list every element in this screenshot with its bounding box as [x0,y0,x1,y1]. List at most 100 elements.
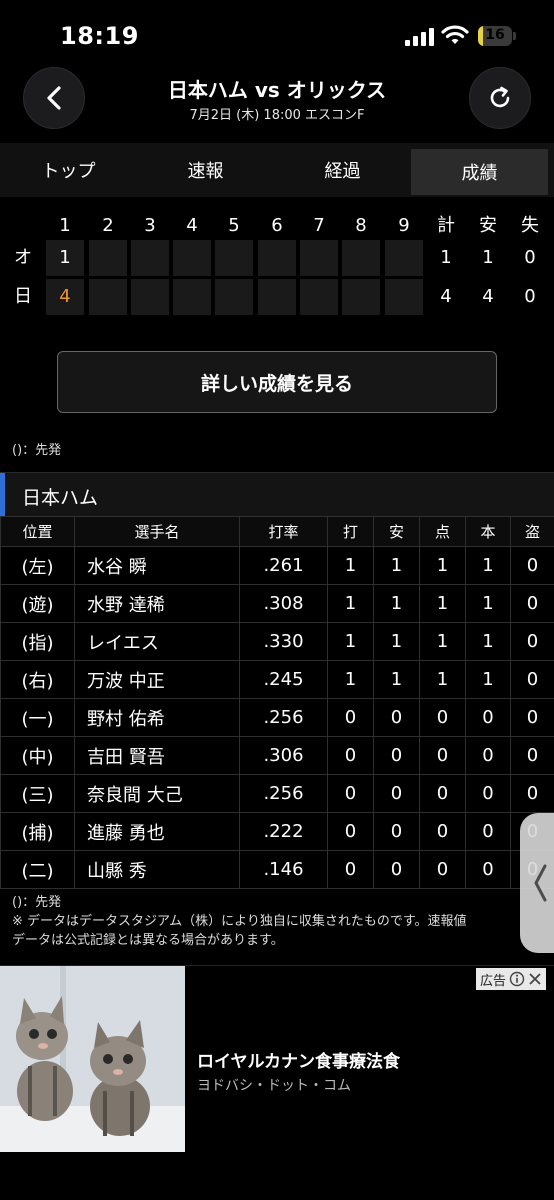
cell-home-runs: 1 [465,660,511,699]
inning-score: 1 [46,240,84,276]
cell-hits: 1 [373,622,420,661]
starter-note: ()：先発 [12,443,62,458]
table-row: (遊) 水野 達稀 .308 1 1 1 1 0 [0,584,554,623]
cell-position: (三) [0,774,75,813]
cell-player-name[interactable]: レイエス [74,622,240,661]
inning-header: 2 [102,215,114,236]
table-row: (中) 吉田 賢吾 .306 0 0 0 0 0 [0,736,554,775]
cell-at-bats: 1 [327,660,374,699]
wifi-icon [441,24,469,46]
ad-image-kittens[interactable] [0,966,185,1153]
cell-position: (二) [0,850,75,889]
ad-badge[interactable]: 広告 [476,968,547,990]
inning-header: 7 [313,215,325,236]
inning-score [385,279,423,315]
cell-player-name[interactable]: 水野 達稀 [74,584,240,623]
cell-at-bats: 0 [327,812,374,851]
reload-icon [490,86,510,108]
col-ab: 打 [327,516,374,547]
tab-top[interactable]: トップ [0,143,137,197]
view-detailed-stats-button[interactable]: 詳しい成績を見る [57,351,497,413]
table-row: (捕)進藤 勇也.22200000 [0,812,554,851]
col-position: 位置 [0,516,75,547]
inning-header: 5 [228,215,240,236]
cell-position: (遊) [0,584,75,623]
cell-batting-avg: .308 [239,584,328,623]
inning-score [131,240,169,276]
cell-batting-avg: .256 [239,698,328,737]
total-runs: 4 [440,286,452,307]
inning-score [258,279,296,315]
table-row: (二)山縣 秀.14600000 [0,850,554,889]
reload-button[interactable] [469,67,531,129]
ad-badge-label: 広告 [480,973,507,989]
cell-rbi: 0 [419,850,466,889]
info-icon[interactable] [509,971,525,987]
cell-batting-avg: .330 [239,622,328,661]
cell-at-bats: 0 [327,736,374,775]
tab-progress[interactable]: 経過 [274,143,411,197]
cell-player-name[interactable]: 万波 中正 [74,660,240,699]
bottom-spacer [0,1152,554,1200]
cell-home-runs: 0 [465,698,511,737]
cellular-signal-icon [405,28,435,46]
cell-player-name[interactable]: 山縣 秀 [74,850,240,889]
hits-header: 安 [479,215,497,236]
line-score-row-away: オ 1 1 1 0 [0,240,554,276]
total-header: 計 [437,215,455,236]
team-color-bar [0,473,5,517]
cell-player-name[interactable]: 水谷 瞬 [74,546,240,585]
cell-position: (指) [0,622,75,661]
cell-stolen-bases: 0 [510,736,554,775]
cell-home-runs: 0 [465,850,511,889]
cell-rbi: 1 [419,546,466,585]
cell-player-name[interactable]: 野村 佑希 [74,698,240,737]
inning-score: 4 [46,279,84,315]
cell-home-runs: 0 [465,774,511,813]
inning-score [173,279,211,315]
table-row: (左) 水谷 瞬 .261 1 1 1 1 0 [0,546,554,585]
cell-home-runs: 0 [465,736,511,775]
cell-player-name[interactable]: 進藤 勇也 [74,812,240,851]
close-icon[interactable] [528,972,542,986]
inning-header: 3 [144,215,156,236]
cell-position: (右) [0,660,75,699]
total-errors: 0 [524,286,536,307]
cell-rbi: 0 [419,774,466,813]
cell-player-name[interactable]: 吉田 賢吾 [74,736,240,775]
ad-title[interactable]: ロイヤルカナン食事療法食 [197,1047,400,1072]
side-drawer-handle[interactable] [520,813,554,953]
inning-header: 1 [59,215,71,236]
cell-stolen-bases: 0 [510,622,554,661]
cell-home-runs: 1 [465,546,511,585]
cell-at-bats: 0 [327,698,374,737]
tab-stats[interactable]: 成績 [411,149,548,195]
inning-score [89,240,127,276]
battery-percent: 16 [485,27,505,43]
cell-player-name[interactable]: 奈良間 大己 [74,774,240,813]
col-sb: 盗 [510,516,554,547]
total-runs: 1 [440,247,452,268]
table-row: (指) レイエス .330 1 1 1 1 0 [0,622,554,661]
disclaimer-line: ※ データはデータスタジアム（株）により独自に収集されたものです。速報値 [12,914,467,929]
data-disclaimer: ()：先発 ※ データはデータスタジアム（株）により独自に収集されたものです。速… [12,893,467,950]
cell-stolen-bases: 0 [510,698,554,737]
chevron-left-icon [534,864,547,902]
line-score-row-home: 日 4 4 4 0 [0,279,554,315]
cell-at-bats: 0 [327,850,374,889]
col-player: 選手名 [74,516,240,547]
total-errors: 0 [524,247,536,268]
cell-hits: 0 [373,736,420,775]
cell-rbi: 1 [419,584,466,623]
inning-header: 9 [398,215,410,236]
inning-score [89,279,127,315]
status-time: 18:19 [60,22,139,50]
team-abbrev: オ [14,247,32,268]
tab-breaking[interactable]: 速報 [137,143,274,197]
cell-at-bats: 1 [327,584,374,623]
errors-header: 失 [521,215,539,236]
cell-position: (捕) [0,812,75,851]
cell-batting-avg: .222 [239,812,328,851]
inning-score [342,279,380,315]
inning-score [300,279,338,315]
